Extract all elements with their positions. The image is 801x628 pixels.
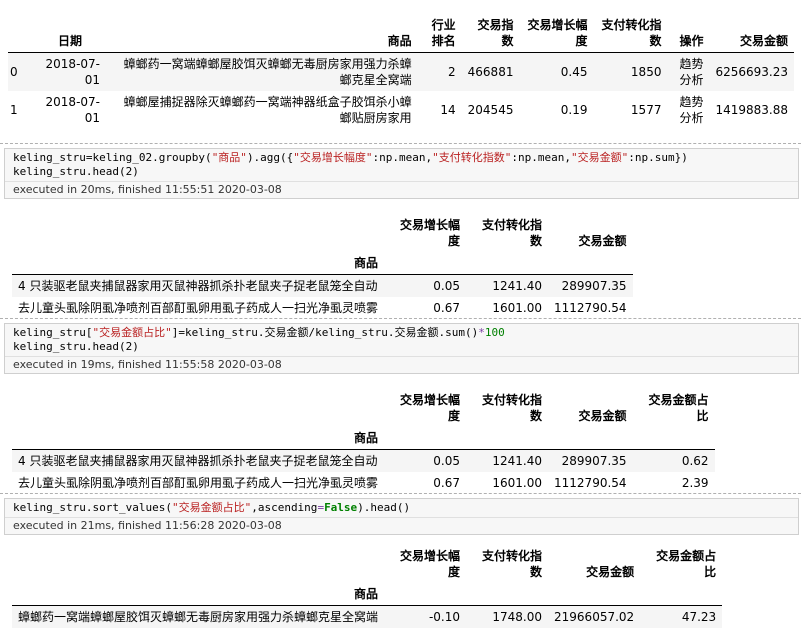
table-row: 4 只装驱老鼠夹捕鼠器家用灭鼠神器抓杀扑老鼠夹子捉老鼠笼全自动 0.05 124… xyxy=(12,450,715,473)
cell-action: 趋势分析 xyxy=(667,91,709,129)
col-header-share: 交易金额占比 xyxy=(640,545,722,583)
cell-conversion: 1241.40 xyxy=(466,450,548,473)
col-header-amount: 交易金额 xyxy=(709,14,794,53)
col-header-rank: 行业排名 xyxy=(418,14,462,53)
cell-action: 趋势分析 xyxy=(667,53,709,92)
col-header-share: 交易金额占比 xyxy=(633,389,715,427)
col-header-conversion: 支付转化指数 xyxy=(466,214,548,252)
cell-conversion: 1850 xyxy=(593,53,667,92)
cell-amount: 1112790.54 xyxy=(548,297,633,319)
cell-separator xyxy=(0,318,801,319)
col-header-conversion: 支付转化指数 xyxy=(593,14,667,53)
cell-growth: -0.10 xyxy=(384,606,466,628)
cell-separator xyxy=(0,493,801,494)
output-dataframe-1: 日期 商品 行业排名 交易指数 交易增长幅度 支付转化指数 操作 交易金额 0 … xyxy=(8,14,794,129)
table-row: 蟑螂药一窝端蟑螂屋胶饵灭蟑螂无毒厨房家用强力杀蟑螂克星全窝端 -0.10 174… xyxy=(12,606,722,628)
cell-growth: 0.05 xyxy=(384,275,466,298)
col-header-growth: 交易增长幅度 xyxy=(384,389,466,427)
cell-conversion: 1601.00 xyxy=(466,297,548,319)
cell-amount: 21966057.02 xyxy=(548,606,640,628)
table-row: 1 2018-07-01 蟑螂屋捕捉器除灭蟑螂药一窝端神器纸盒子胶饵杀小蟑螂贴厨… xyxy=(8,91,794,129)
cell-product: 蟑螂药一窝端蟑螂屋胶饵灭蟑螂无毒厨房家用强力杀蟑螂克星全窝端 xyxy=(12,606,384,628)
cell-rank: 2 xyxy=(418,53,462,92)
cell-amount: 1112790.54 xyxy=(548,472,633,494)
execution-status-2: executed in 19ms, finished 11:55:58 2020… xyxy=(5,356,798,373)
col-header-trade-index: 交易指数 xyxy=(462,14,520,53)
cell-product: 4 只装驱老鼠夹捕鼠器家用灭鼠神器抓杀扑老鼠夹子捉老鼠笼全自动 xyxy=(12,450,384,473)
cell-conversion: 1241.40 xyxy=(466,275,548,298)
cell-share: 47.23 xyxy=(640,606,722,628)
cell-rank: 14 xyxy=(418,91,462,129)
cell-conversion: 1601.00 xyxy=(466,472,548,494)
cell-growth: 0.67 xyxy=(384,472,466,494)
col-header-product: 商品 xyxy=(106,14,418,53)
cell-date: 2018-07-01 xyxy=(34,53,106,92)
col-header-conversion: 支付转化指数 xyxy=(466,389,548,427)
row-index: 1 xyxy=(8,91,34,129)
output-dataframe-4: 交易增长幅度 支付转化指数 交易金额 交易金额占比 商品 蟑螂药一窝端蟑螂屋胶饵… xyxy=(12,545,722,628)
execution-status-1: executed in 20ms, finished 11:55:51 2020… xyxy=(5,181,798,198)
cell-amount: 289907.35 xyxy=(548,275,633,298)
col-header-amount: 交易金额 xyxy=(548,214,633,252)
cell-amount: 6256693.23 xyxy=(709,53,794,92)
col-header-growth: 交易增长幅度 xyxy=(384,545,466,583)
cell-share: 2.39 xyxy=(633,472,715,494)
cell-growth: 0.19 xyxy=(519,91,593,129)
cell-date: 2018-07-01 xyxy=(34,91,106,129)
dataframe-table-2: 交易增长幅度 支付转化指数 交易金额 商品 4 只装驱老鼠夹捕鼠器家用灭鼠神器抓… xyxy=(12,214,633,319)
cell-separator xyxy=(0,143,801,144)
dataframe-table-1: 日期 商品 行业排名 交易指数 交易增长幅度 支付转化指数 操作 交易金额 0 … xyxy=(8,14,794,129)
code-cell-1[interactable]: keling_stru=keling_02.groupby("商品").agg(… xyxy=(4,148,799,199)
cell-conversion: 1748.00 xyxy=(466,606,548,628)
code-cell-2[interactable]: keling_stru["交易金额占比"]=keling_stru.交易金额/k… xyxy=(4,323,799,374)
cell-trade-index: 466881 xyxy=(462,53,520,92)
execution-status-3: executed in 21ms, finished 11:56:28 2020… xyxy=(5,517,798,534)
col-header-amount: 交易金额 xyxy=(548,389,633,427)
cell-product: 4 只装驱老鼠夹捕鼠器家用灭鼠神器抓杀扑老鼠夹子捉老鼠笼全自动 xyxy=(12,275,384,298)
cell-conversion: 1577 xyxy=(593,91,667,129)
code-input-2[interactable]: keling_stru["交易金额占比"]=keling_stru.交易金额/k… xyxy=(5,324,798,356)
code-input-1[interactable]: keling_stru=keling_02.groupby("商品").agg(… xyxy=(5,149,798,181)
table-row: 0 2018-07-01 蟑螂药一窝端蟑螂屋胶饵灭蟑螂无毒厨房家用强力杀蟑螂克星… xyxy=(8,53,794,92)
cell-trade-index: 204545 xyxy=(462,91,520,129)
cell-product: 去儿童头虱除阴虱净喷剂百部酊虱卵用虱子药成人一扫光净虱灵喷雾 xyxy=(12,472,384,494)
col-header-date: 日期 xyxy=(34,14,106,53)
col-header-conversion: 支付转化指数 xyxy=(466,545,548,583)
col-header-growth: 交易增长幅度 xyxy=(384,214,466,252)
table-row: 4 只装驱老鼠夹捕鼠器家用灭鼠神器抓杀扑老鼠夹子捉老鼠笼全自动 0.05 124… xyxy=(12,275,633,298)
cell-amount: 1419883.88 xyxy=(709,91,794,129)
cell-share: 0.62 xyxy=(633,450,715,473)
cell-amount: 289907.35 xyxy=(548,450,633,473)
index-name-header: 商品 xyxy=(12,583,384,606)
col-header-action: 操作 xyxy=(667,14,709,53)
col-header-index xyxy=(8,14,34,53)
code-input-3[interactable]: keling_stru.sort_values("交易金额占比",ascendi… xyxy=(5,499,798,517)
dataframe-table-4: 交易增长幅度 支付转化指数 交易金额 交易金额占比 商品 蟑螂药一窝端蟑螂屋胶饵… xyxy=(12,545,722,628)
cell-growth: 0.45 xyxy=(519,53,593,92)
row-index: 0 xyxy=(8,53,34,92)
table-row: 去儿童头虱除阴虱净喷剂百部酊虱卵用虱子药成人一扫光净虱灵喷雾 0.67 1601… xyxy=(12,472,715,494)
index-name-header: 商品 xyxy=(12,427,384,450)
cell-growth: 0.67 xyxy=(384,297,466,319)
cell-product: 蟑螂药一窝端蟑螂屋胶饵灭蟑螂无毒厨房家用强力杀蟑螂克星全窝端 xyxy=(106,53,418,92)
dataframe-table-3: 交易增长幅度 支付转化指数 交易金额 交易金额占比 商品 4 只装驱老鼠夹捕鼠器… xyxy=(12,389,715,494)
output-dataframe-3: 交易增长幅度 支付转化指数 交易金额 交易金额占比 商品 4 只装驱老鼠夹捕鼠器… xyxy=(12,389,715,494)
code-cell-3[interactable]: keling_stru.sort_values("交易金额占比",ascendi… xyxy=(4,498,799,535)
cell-product: 去儿童头虱除阴虱净喷剂百部酊虱卵用虱子药成人一扫光净虱灵喷雾 xyxy=(12,297,384,319)
cell-product: 蟑螂屋捕捉器除灭蟑螂药一窝端神器纸盒子胶饵杀小蟑螂贴厨房家用 xyxy=(106,91,418,129)
table-row: 去儿童头虱除阴虱净喷剂百部酊虱卵用虱子药成人一扫光净虱灵喷雾 0.67 1601… xyxy=(12,297,633,319)
col-header-amount: 交易金额 xyxy=(548,545,640,583)
cell-growth: 0.05 xyxy=(384,450,466,473)
col-header-growth: 交易增长幅度 xyxy=(519,14,593,53)
output-dataframe-2: 交易增长幅度 支付转化指数 交易金额 商品 4 只装驱老鼠夹捕鼠器家用灭鼠神器抓… xyxy=(12,214,633,319)
index-name-header: 商品 xyxy=(12,252,384,275)
